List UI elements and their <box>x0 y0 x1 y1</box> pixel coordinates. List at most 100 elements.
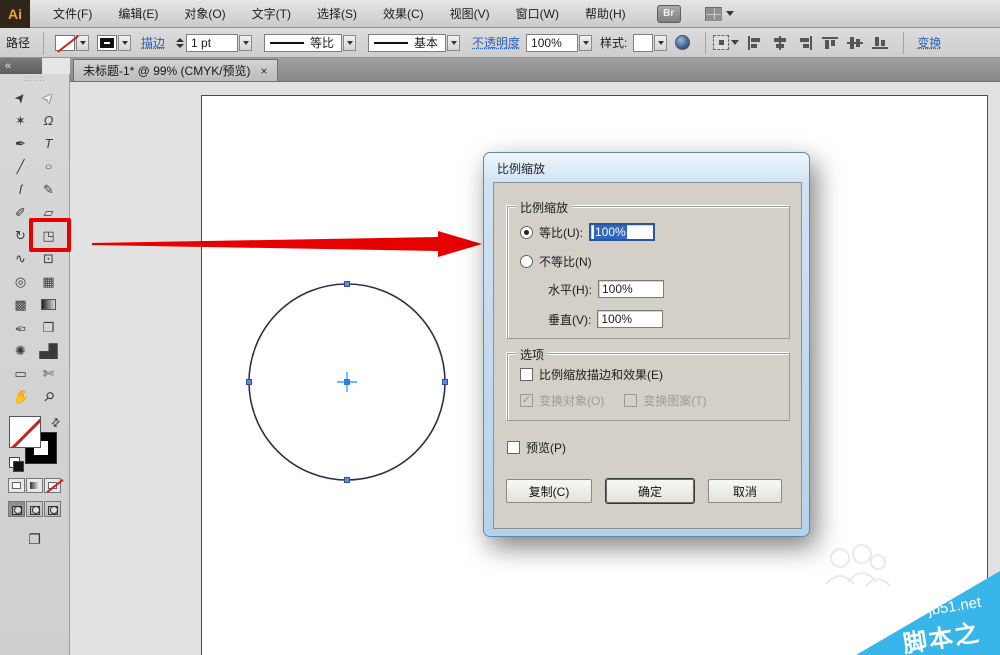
shape-builder-tool[interactable]: ◎ <box>7 270 35 293</box>
selection-tool[interactable]: ➤ <box>7 86 35 109</box>
workspace-grid-icon <box>704 6 722 21</box>
drawing-mode-buttons <box>0 501 69 517</box>
transform-panel-link[interactable]: 变换 <box>917 34 941 51</box>
non-uniform-label: 不等比(N) <box>539 255 592 269</box>
default-fill-stroke-icon[interactable] <box>8 457 24 472</box>
align-vertical-bottom-icon[interactable] <box>872 36 889 50</box>
eyedropper-tool[interactable]: ✑ <box>7 316 35 339</box>
align-horizontal-left-icon[interactable] <box>747 35 763 50</box>
stroke-weight-value[interactable]: 1 pt <box>186 33 239 52</box>
menu-select[interactable]: 选择(S) <box>304 0 370 28</box>
paintbrush-tool[interactable]: ſ <box>7 178 35 201</box>
brush-definition-combo[interactable]: 基本 <box>368 33 461 52</box>
gradient-tool[interactable] <box>35 293 63 316</box>
stroke-weight-combo[interactable]: 1 pt <box>186 33 253 52</box>
document-tab-bar: 未标题-1* @ 99% (CMYK/预览) × <box>70 58 1000 82</box>
gradient-mode-button[interactable] <box>26 478 43 493</box>
lasso-tool[interactable]: Ω <box>35 109 63 132</box>
uniform-radio[interactable] <box>520 225 533 239</box>
artboard-tool[interactable]: ▭ <box>7 362 35 385</box>
panel-collapse-button[interactable]: « <box>0 58 42 74</box>
style-dropdown-button[interactable] <box>654 34 668 51</box>
screen-mode-icon: ❐ <box>28 531 41 547</box>
perspective-grid-tool[interactable]: ▦ <box>35 270 63 293</box>
scale-group-legend: 比例缩放 <box>516 199 573 216</box>
preview-checkbox[interactable] <box>507 441 520 454</box>
magic-wand-tool[interactable]: ✶ <box>7 109 35 132</box>
style-combo[interactable] <box>633 33 668 52</box>
menu-view[interactable]: 视图(V) <box>437 0 503 28</box>
menu-help[interactable]: 帮助(H) <box>572 0 639 28</box>
type-tool[interactable]: T <box>35 132 63 155</box>
transform-patterns-label: 变换图案(T) <box>643 394 707 408</box>
close-tab-icon[interactable]: × <box>261 64 268 78</box>
non-uniform-radio[interactable] <box>520 255 533 268</box>
document-tab[interactable]: 未标题-1* @ 99% (CMYK/预览) × <box>73 59 278 81</box>
bridge-button[interactable]: Br <box>656 4 681 23</box>
screen-mode-button[interactable]: ❐ <box>0 531 69 548</box>
swap-fill-stroke-icon[interactable]: ⇄ <box>48 415 64 430</box>
variable-width-profile-combo[interactable]: 等比 <box>264 33 357 52</box>
mesh-tool[interactable]: ▩ <box>7 293 35 316</box>
opacity-dropdown-button[interactable] <box>579 34 593 51</box>
uniform-scale-input[interactable]: 100% <box>589 223 655 241</box>
stroke-weight-dropdown-button[interactable] <box>239 34 253 51</box>
perspective-grid-tool-icon: ▦ <box>42 273 55 289</box>
workspace-switcher[interactable] <box>704 6 734 21</box>
width-profile-value: 等比 <box>310 36 335 50</box>
draw-normal-button[interactable] <box>8 501 25 517</box>
pencil-tool[interactable]: ✎ <box>35 178 63 201</box>
symbol-sprayer-tool[interactable]: ✺ <box>7 339 35 362</box>
menu-effect[interactable]: 效果(C) <box>370 0 437 28</box>
horizontal-scale-input[interactable]: 100% <box>598 280 664 298</box>
hand-tool[interactable]: ✋ <box>7 385 35 408</box>
menu-object[interactable]: 对象(O) <box>171 0 238 28</box>
ellipse-tool[interactable]: ○ <box>35 155 63 178</box>
none-mode-button[interactable] <box>44 478 61 493</box>
illustrator-window: Ai 文件(F) 编辑(E) 对象(O) 文字(T) 选择(S) 效果(C) 视图(V) 窗口… <box>0 0 1000 655</box>
zoom-tool[interactable]: ⚲ <box>35 385 63 408</box>
stroke-color-control[interactable] <box>97 34 132 51</box>
scale-strokes-checkbox[interactable] <box>520 368 533 381</box>
opacity-combo[interactable]: 100% <box>526 33 593 52</box>
line-segment-tool[interactable]: ╱ <box>7 155 35 178</box>
fill-color-control[interactable] <box>55 34 90 51</box>
color-mode-button[interactable] <box>8 478 25 493</box>
style-value[interactable] <box>633 33 654 52</box>
draw-behind-button[interactable] <box>26 501 43 517</box>
align-horizontal-center-icon[interactable] <box>772 35 788 50</box>
stroke-dropdown-button[interactable] <box>118 34 132 51</box>
cancel-button[interactable]: 取消 <box>708 479 782 503</box>
gradient-tool-icon <box>41 299 56 310</box>
align-vertical-top-icon[interactable] <box>822 36 839 50</box>
direct-selection-tool[interactable]: ➤ <box>35 86 63 109</box>
column-graph-tool[interactable]: ▄█ <box>35 339 63 362</box>
menu-edit[interactable]: 编辑(E) <box>105 0 171 28</box>
globe-icon[interactable] <box>675 35 691 50</box>
brush-dropdown-button[interactable] <box>447 34 461 51</box>
stroke-weight-stepper[interactable] <box>176 37 185 48</box>
copy-button[interactable]: 复制(C) <box>506 479 592 503</box>
align-horizontal-right-icon[interactable] <box>797 35 813 50</box>
align-to-control[interactable] <box>713 35 740 50</box>
pencil-tool-icon: ✎ <box>43 181 54 197</box>
menu-file[interactable]: 文件(F) <box>40 0 105 28</box>
width-profile-dropdown-button[interactable] <box>343 34 357 51</box>
slice-tool[interactable]: ✄ <box>35 362 63 385</box>
stroke-panel-link[interactable]: 描边 <box>141 34 165 51</box>
opacity-value[interactable]: 100% <box>526 33 579 52</box>
fill-proxy-none-icon[interactable] <box>8 416 41 448</box>
scale-tool[interactable]: ◳ <box>28 218 71 252</box>
preview-label: 预览(P) <box>526 441 566 455</box>
ok-button[interactable]: 确定 <box>606 479 694 503</box>
pen-tool[interactable]: ✒ <box>7 132 35 155</box>
menu-window[interactable]: 窗口(W) <box>503 0 572 28</box>
blend-tool[interactable]: ❒ <box>35 316 63 339</box>
panel-drag-handle[interactable]: ::::::: <box>0 74 69 86</box>
vertical-scale-input[interactable]: 100% <box>597 310 664 328</box>
opacity-panel-link[interactable]: 不透明度 <box>472 34 520 51</box>
selected-circle-object[interactable] <box>237 272 459 494</box>
menu-type[interactable]: 文字(T) <box>239 0 304 28</box>
align-vertical-center-icon[interactable] <box>847 36 864 50</box>
draw-inside-button[interactable] <box>44 501 61 517</box>
